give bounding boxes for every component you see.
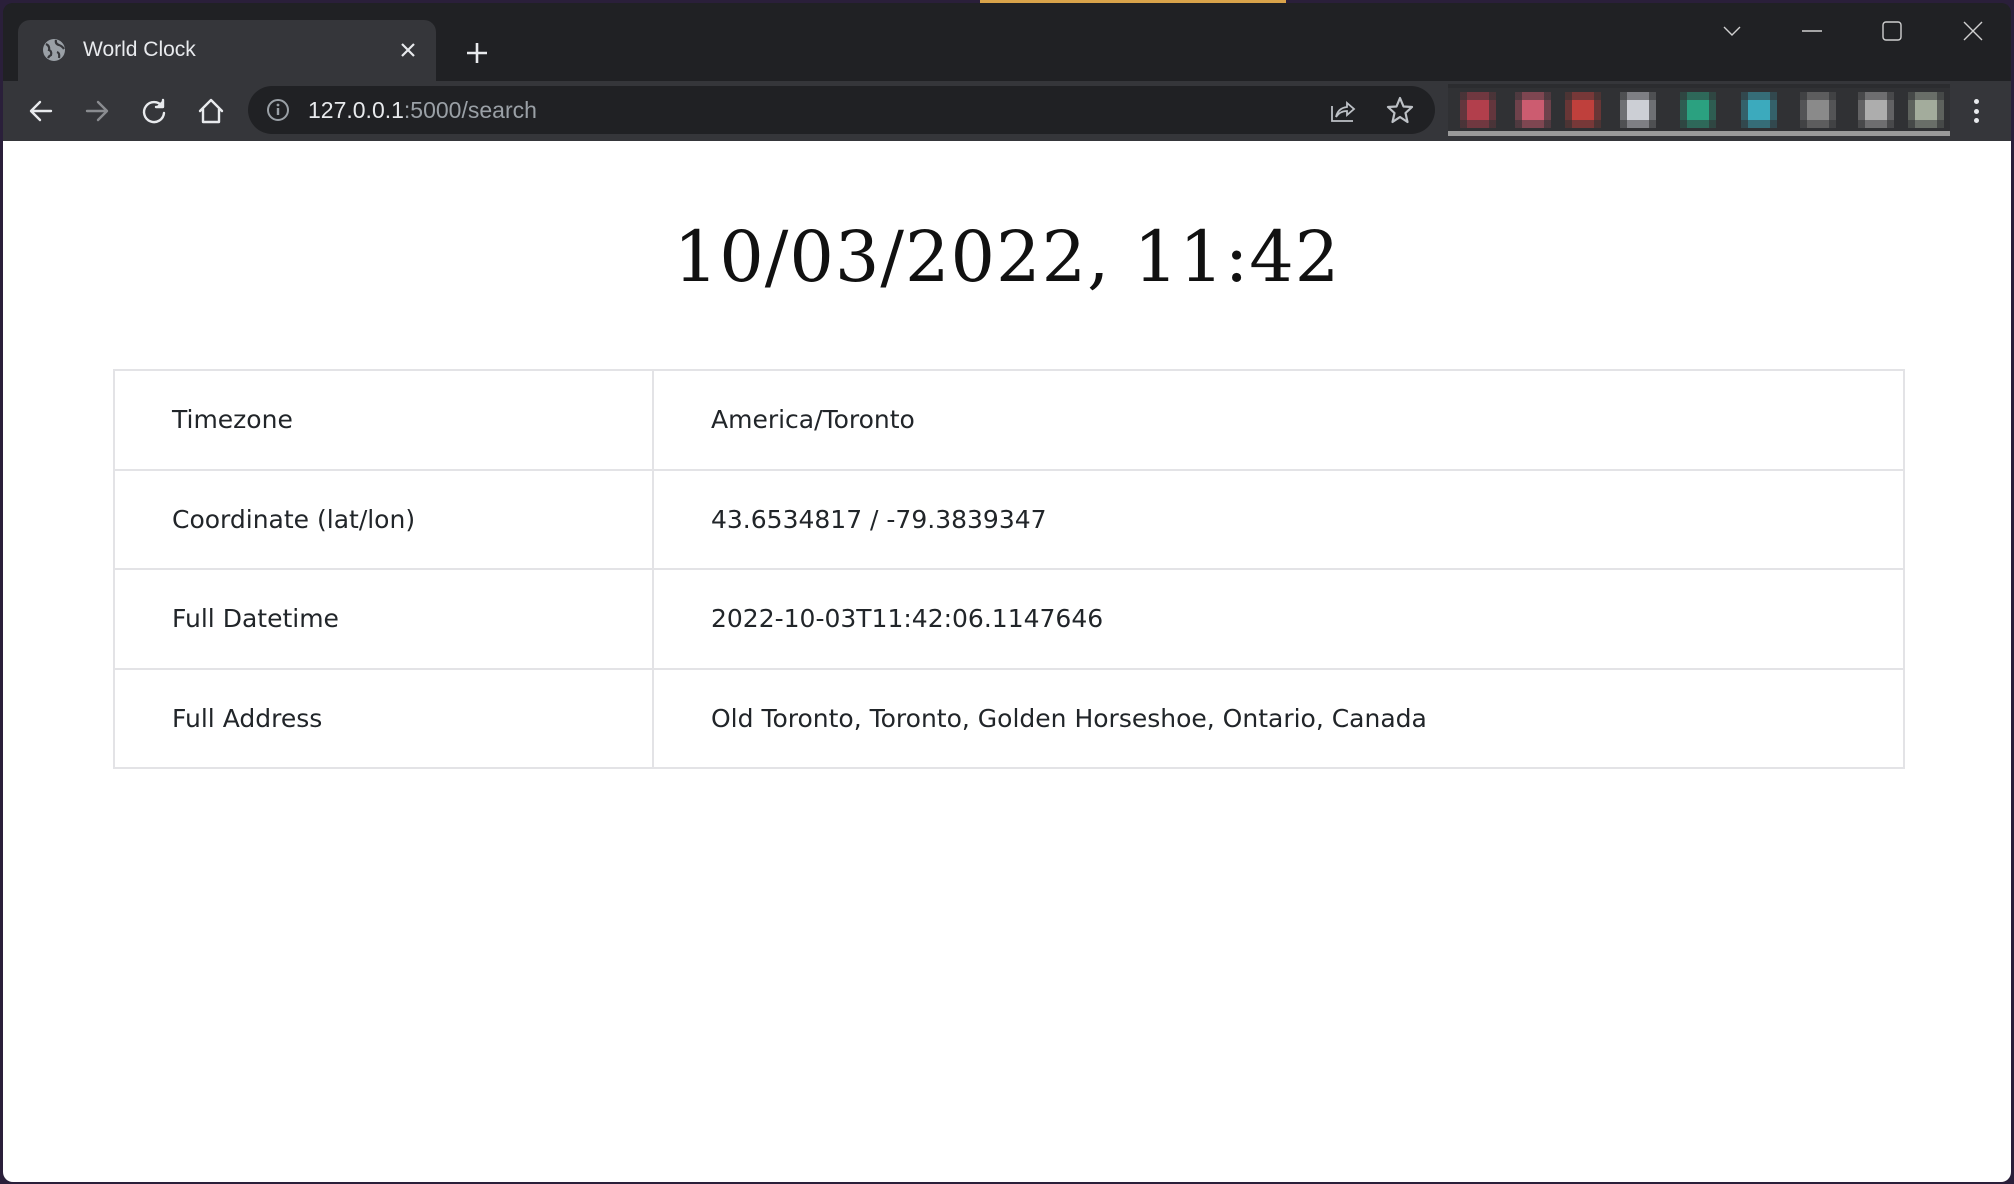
extension-icon-3[interactable] — [1565, 92, 1601, 128]
browser-toolbar: 127.0.0.1:5000/search — [3, 81, 2011, 141]
clock-datetime-heading: 10/03/2022, 11:42 — [673, 216, 1341, 298]
kebab-menu-icon — [1973, 99, 1979, 104]
close-window-button[interactable] — [1949, 13, 1997, 49]
row-label: Timezone — [113, 369, 654, 471]
kebab-dot — [1973, 118, 1979, 123]
minimize-button[interactable] — [1788, 13, 1836, 49]
maximize-icon — [1882, 21, 1902, 41]
share-icon[interactable] — [1329, 96, 1357, 124]
minimize-icon — [1802, 30, 1822, 32]
extension-icon-5[interactable] — [1680, 92, 1716, 128]
extension-icon-8[interactable] — [1858, 92, 1894, 128]
reload-icon — [142, 98, 166, 124]
close-icon — [401, 43, 415, 57]
extensions-area — [1448, 84, 1950, 136]
row-value: America/Toronto — [652, 369, 1905, 471]
extension-icon-1[interactable] — [1460, 92, 1496, 128]
url-host: 127.0.0.1 — [308, 97, 404, 123]
table-row: Coordinate (lat/lon) 43.6534817 / -79.383… — [113, 468, 1905, 570]
reload-button[interactable] — [134, 91, 174, 131]
home-icon — [198, 98, 224, 124]
row-value: 43.6534817 / -79.3839347 — [652, 468, 1905, 570]
address-bar[interactable]: 127.0.0.1:5000/search — [248, 86, 1435, 134]
row-label: Full Address — [113, 667, 654, 769]
kebab-dot — [1973, 108, 1979, 114]
extension-icon-7[interactable] — [1800, 92, 1836, 128]
row-value: Old Toronto, Toronto, Golden Horseshoe, … — [652, 667, 1905, 769]
new-tab-button[interactable] — [457, 33, 497, 73]
row-label: Coordinate (lat/lon) — [113, 468, 654, 570]
browser-window: World Clock 127.0.0.1:5000/search 10/03/… — [3, 3, 2011, 1182]
home-button[interactable] — [191, 91, 231, 131]
extension-icon-2[interactable] — [1515, 92, 1551, 128]
arrow-left-icon — [29, 100, 53, 122]
extensions-divider — [1448, 84, 1950, 88]
extension-icon-9[interactable] — [1908, 92, 1944, 128]
url-path: :5000/search — [403, 97, 537, 123]
arrow-right-icon — [85, 100, 109, 122]
globe-icon — [43, 39, 65, 61]
tab-search-button[interactable] — [1708, 13, 1756, 49]
url-text[interactable]: 127.0.0.1:5000/search — [308, 95, 537, 125]
table-row: Full Datetime 2022-10-03T11:42:06.1147646 — [113, 568, 1905, 670]
table-row: Timezone America/Toronto — [113, 369, 1905, 471]
extension-icon-6[interactable] — [1741, 92, 1777, 128]
star-icon[interactable] — [1385, 95, 1415, 125]
maximize-button[interactable] — [1868, 13, 1916, 49]
tab-title: World Clock — [83, 38, 196, 61]
tab-world-clock[interactable]: World Clock — [18, 20, 436, 81]
forward-button[interactable] — [77, 91, 117, 131]
browser-menu-button[interactable] — [1961, 95, 1991, 127]
info-icon[interactable] — [266, 98, 290, 122]
table-row: Full Address Old Toronto, Toronto, Golden… — [113, 667, 1905, 769]
plus-icon — [467, 43, 487, 63]
back-button[interactable] — [21, 91, 61, 131]
extension-icon-4[interactable] — [1620, 92, 1656, 128]
location-info-table: Timezone America/Toronto Coordinate (lat/l… — [113, 369, 1905, 769]
extensions-scrollbar[interactable] — [1448, 131, 1950, 136]
close-tab-button[interactable] — [392, 34, 424, 66]
row-label: Full Datetime — [113, 568, 654, 670]
close-icon — [1963, 21, 1983, 41]
tab-strip: World Clock — [3, 3, 2011, 81]
chevron-down-icon — [1723, 26, 1741, 36]
page-content: 10/03/2022, 11:42 Timezone America/Toront… — [3, 141, 2011, 1182]
row-value: 2022-10-03T11:42:06.1147646 — [652, 568, 1905, 670]
